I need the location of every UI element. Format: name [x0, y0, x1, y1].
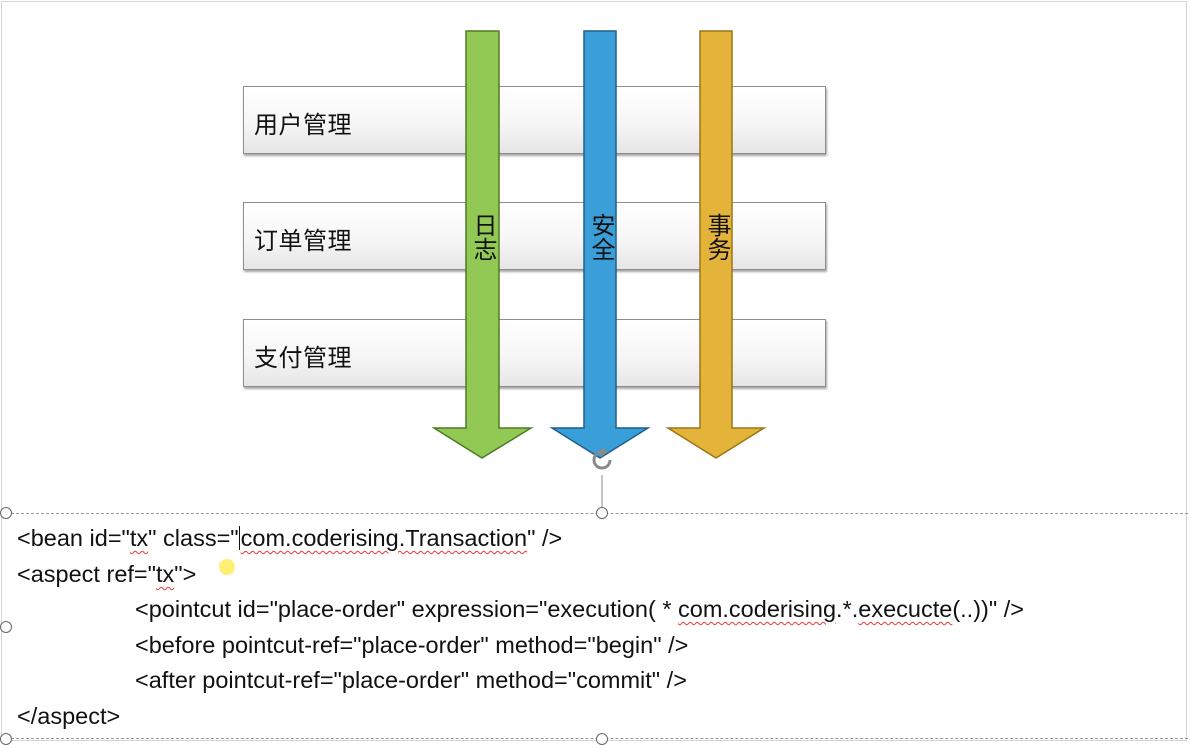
- spell-flagged-word: com.coderising: [678, 596, 837, 622]
- code-line-aspect-open: <aspect ref="tx">: [17, 560, 196, 588]
- code-line-after: <after pointcut-ref="place-order" method…: [135, 667, 687, 693]
- resize-handle-bottom-left[interactable]: [0, 733, 12, 745]
- code-text: ">: [174, 561, 197, 587]
- mouse-cursor-highlight: [219, 559, 235, 575]
- spell-flagged-word: tx: [129, 525, 149, 551]
- text-caret: [238, 526, 240, 550]
- rotate-handle[interactable]: [588, 446, 616, 474]
- code-line-bean: <bean id="tx" class="com.coderising.Tran…: [17, 524, 562, 552]
- spell-flagged-word: execucte: [858, 596, 953, 622]
- spell-flagged-word: tx: [155, 561, 175, 587]
- code-text: <bean id=": [17, 525, 130, 551]
- transaction-arrow-label: 事务: [703, 213, 731, 261]
- code-text: <pointcut id="place-order" expression="e…: [135, 596, 678, 622]
- code-text: <aspect ref=": [17, 561, 156, 587]
- code-line-aspect-close: </aspect>: [17, 703, 121, 729]
- code-line-before: <before pointcut-ref="place-order" metho…: [135, 632, 689, 658]
- resize-handle-top-center[interactable]: [596, 507, 608, 519]
- spell-flagged-word: com.coderising.Transaction: [240, 525, 528, 551]
- code-text: (..))" />: [952, 596, 1024, 622]
- code-text: " class=": [148, 525, 239, 551]
- code-text: " />: [527, 525, 563, 551]
- resize-handle-middle-left[interactable]: [0, 621, 12, 633]
- resize-handle-top-left[interactable]: [0, 507, 12, 519]
- security-arrow-label: 安全: [587, 213, 615, 261]
- code-text: .*.: [836, 596, 859, 622]
- code-line-pointcut: <pointcut id="place-order" expression="e…: [135, 595, 1024, 623]
- log-arrow-label: 日志: [469, 213, 497, 261]
- resize-handle-bottom-center[interactable]: [596, 733, 608, 745]
- rotate-icon: [592, 447, 612, 470]
